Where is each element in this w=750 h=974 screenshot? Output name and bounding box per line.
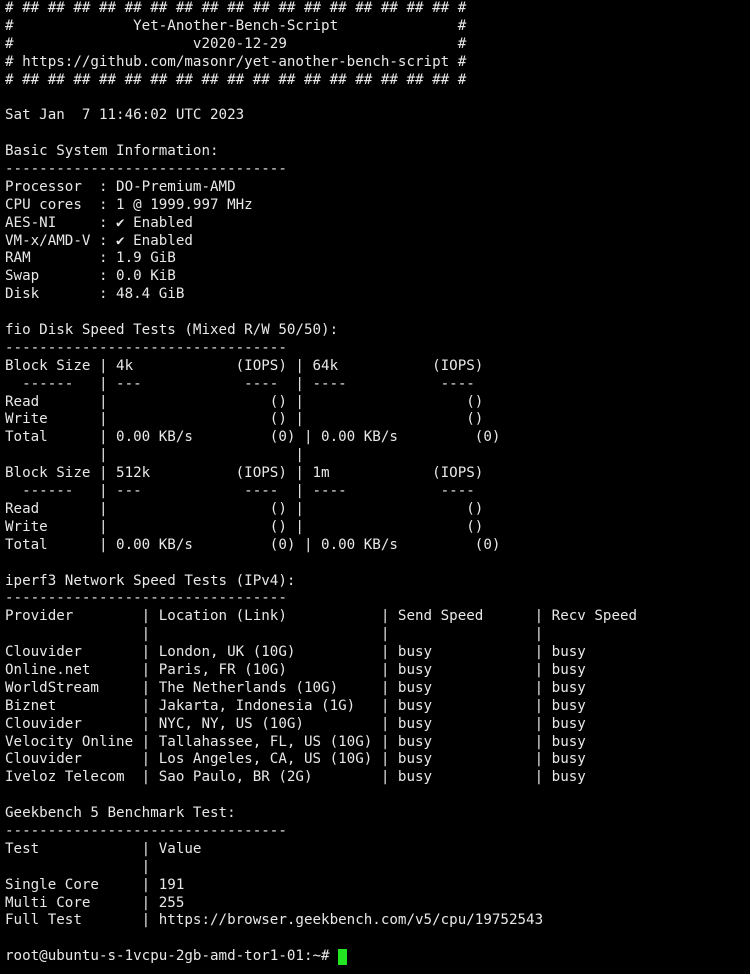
terminal-line: CPU cores : 1 @ 1999.997 MHz [5,196,253,213]
terminal-line: Clouvider | London, UK (10G) | busy | bu… [5,644,586,661]
terminal-line: fio Disk Speed Tests (Mixed R/W 50/50): [5,322,339,339]
terminal-line: | [5,858,151,875]
terminal-line: Full Test | https://browser.geekbench.co… [5,912,544,929]
terminal-line: Sat Jan 7 11:46:02 UTC 2023 [5,107,245,124]
terminal-line: --------------------------------- [5,590,287,607]
terminal-line: Velocity Online | Tallahassee, FL, US (1… [5,733,586,750]
text-cursor [338,949,348,966]
terminal-line: # v2020-12-29 # [5,35,467,52]
terminal-line: Total | 0.00 KB/s (0) | 0.00 KB/s (0) [5,429,501,446]
terminal-line: ------ | --- ---- | ---- ---- [5,375,484,392]
terminal-output: # ## ## ## ## ## ## ## ## ## ## ## ## ##… [5,0,747,948]
terminal-line: iperf3 Network Speed Tests (IPv4): [5,572,296,589]
terminal-line: # ## ## ## ## ## ## ## ## ## ## ## ## ##… [5,0,467,16]
terminal-line: # ## ## ## ## ## ## ## ## ## ## ## ## ##… [5,71,467,88]
terminal-line: --------------------------------- [5,339,287,356]
terminal-line: --------------------------------- [5,822,287,839]
terminal-line: Disk : 48.4 GiB [5,286,185,303]
terminal-line: Write | () | () [5,518,484,535]
terminal-line: AES-NI : ✔ Enabled [5,214,193,231]
terminal-line: --------------------------------- [5,161,287,178]
terminal-line: Provider | Location (Link) | Send Speed … [5,608,638,625]
terminal-line: Block Size | 4k (IOPS) | 64k (IOPS) [5,357,484,374]
terminal-line: # https://github.com/masonr/yet-another-… [5,53,467,70]
terminal-line: Processor : DO-Premium-AMD [5,178,236,195]
terminal-line: Clouvider | Los Angeles, CA, US (10G) | … [5,751,586,768]
terminal-line: # Yet-Another-Bench-Script # [5,17,467,34]
terminal-line: RAM : 1.9 GiB [5,250,176,267]
terminal-line: | | | [5,626,544,643]
terminal-line: WorldStream | The Netherlands (10G) | bu… [5,679,586,696]
terminal-line: Test | Value [5,840,202,857]
terminal-line: Total | 0.00 KB/s (0) | 0.00 KB/s (0) [5,536,501,553]
terminal-line: ------ | --- ---- | ---- ---- [5,483,484,500]
terminal-line: Swap : 0.0 KiB [5,268,176,285]
terminal-line: Biznet | Jakarta, Indonesia (1G) | busy … [5,697,586,714]
terminal-line: Multi Core | 255 [5,894,185,911]
terminal-line: Read | () | () [5,500,484,517]
terminal-line: Clouvider | NYC, NY, US (10G) | busy | b… [5,715,586,732]
terminal-line: Single Core | 191 [5,876,185,893]
shell-prompt-line[interactable]: root@ubuntu-s-1vcpu-2gb-amd-tor1-01:~# [5,948,747,966]
terminal-line: VM-x/AMD-V : ✔ Enabled [5,232,193,249]
terminal-line: Iveloz Telecom | Sao Paulo, BR (2G) | bu… [5,769,586,786]
shell-prompt: root@ubuntu-s-1vcpu-2gb-amd-tor1-01:~# [5,948,339,965]
terminal-window[interactable]: # ## ## ## ## ## ## ## ## ## ## ## ## ##… [5,0,747,974]
terminal-line: | | [5,447,484,464]
terminal-line: Basic System Information: [5,143,219,160]
terminal-line: Read | () | () [5,393,484,410]
terminal-line: Write | () | () [5,411,484,428]
terminal-line: Online.net | Paris, FR (10G) | busy | bu… [5,661,586,678]
terminal-line: Geekbench 5 Benchmark Test: [5,805,236,822]
terminal-line: Block Size | 512k (IOPS) | 1m (IOPS) [5,465,484,482]
